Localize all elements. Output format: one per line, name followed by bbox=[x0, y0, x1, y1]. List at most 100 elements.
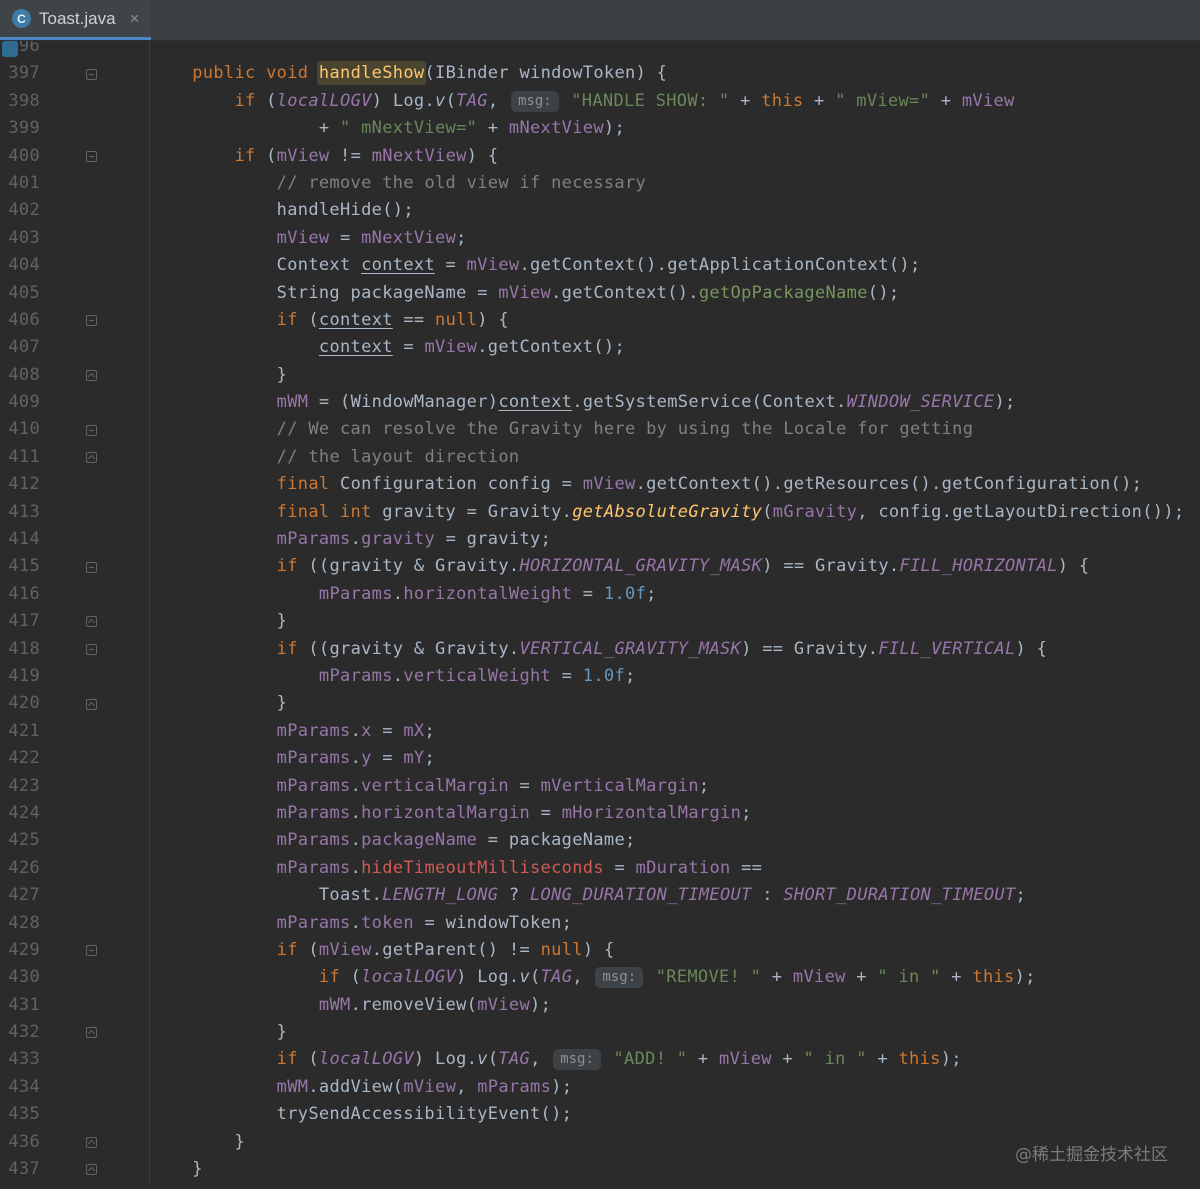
gutter-bookmark-icon[interactable] bbox=[2, 41, 18, 57]
line-number[interactable]: 413 bbox=[0, 499, 40, 526]
code-text[interactable]: + " mNextView=" + mNextView); bbox=[150, 115, 1200, 142]
line-number[interactable]: 426 bbox=[0, 855, 40, 882]
code-text[interactable]: } bbox=[150, 690, 1200, 717]
fold-marker-icon[interactable] bbox=[40, 1128, 150, 1157]
fold-marker-icon[interactable] bbox=[40, 635, 150, 663]
line-number[interactable]: 432 bbox=[0, 1019, 40, 1046]
code-text[interactable]: } bbox=[150, 362, 1200, 389]
fold-marker-icon[interactable] bbox=[40, 60, 150, 88]
line-number[interactable]: 399 bbox=[0, 115, 40, 142]
code-text[interactable]: mParams.verticalMargin = mVerticalMargin… bbox=[150, 773, 1200, 800]
code-text[interactable]: if ((gravity & Gravity.VERTICAL_GRAVITY_… bbox=[150, 636, 1200, 663]
line-number[interactable]: 422 bbox=[0, 745, 40, 772]
line-number[interactable]: 410 bbox=[0, 416, 40, 443]
code-text[interactable]: if (context == null) { bbox=[150, 307, 1200, 334]
line-number[interactable]: 420 bbox=[0, 690, 40, 717]
line-number[interactable]: 429 bbox=[0, 937, 40, 964]
fold-marker-icon[interactable] bbox=[40, 553, 150, 581]
line-number[interactable]: 424 bbox=[0, 800, 40, 827]
code-text[interactable]: mParams.hideTimeoutMilliseconds = mDurat… bbox=[150, 855, 1200, 882]
line-number[interactable]: 403 bbox=[0, 225, 40, 252]
fold-marker-icon[interactable] bbox=[40, 361, 150, 390]
code-text[interactable]: if (mView != mNextView) { bbox=[150, 143, 1200, 170]
code-text[interactable] bbox=[150, 41, 1200, 60]
fold-marker-icon[interactable] bbox=[40, 690, 150, 718]
line-number[interactable]: 437 bbox=[0, 1156, 40, 1183]
code-text[interactable]: if (localLOGV) Log.v(TAG, msg: "REMOVE! … bbox=[150, 964, 1200, 991]
line-number[interactable]: 414 bbox=[0, 526, 40, 553]
line-number[interactable]: 401 bbox=[0, 170, 40, 197]
code-text[interactable]: mParams.y = mY; bbox=[150, 745, 1200, 772]
code-text[interactable]: mParams.gravity = gravity; bbox=[150, 526, 1200, 553]
line-number[interactable]: 416 bbox=[0, 581, 40, 608]
line-number[interactable]: 405 bbox=[0, 280, 40, 307]
line-number[interactable]: 408 bbox=[0, 362, 40, 389]
code-text[interactable]: context = mView.getContext(); bbox=[150, 334, 1200, 361]
fold-marker-icon[interactable] bbox=[40, 142, 150, 170]
code-text[interactable]: mParams.token = windowToken; bbox=[150, 910, 1200, 937]
fold-marker-icon[interactable] bbox=[40, 306, 150, 335]
tab-toast-java[interactable]: C Toast.java × bbox=[0, 0, 152, 40]
line-number[interactable]: 435 bbox=[0, 1101, 40, 1128]
fold-marker-icon[interactable] bbox=[40, 608, 150, 636]
code-text[interactable]: // We can resolve the Gravity here by us… bbox=[150, 416, 1200, 443]
code-text[interactable]: mParams.horizontalMargin = mHorizontalMa… bbox=[150, 800, 1200, 827]
code-text[interactable]: handleHide(); bbox=[150, 197, 1200, 224]
token-pl: ; bbox=[1015, 885, 1027, 906]
code-text[interactable]: } bbox=[150, 1019, 1200, 1046]
tab-close-icon[interactable]: × bbox=[130, 9, 140, 29]
code-text[interactable]: if ((gravity & Gravity.HORIZONTAL_GRAVIT… bbox=[150, 553, 1200, 580]
fold-marker-icon[interactable] bbox=[40, 443, 150, 472]
code-text[interactable]: mParams.verticalWeight = 1.0f; bbox=[150, 663, 1200, 690]
code-text[interactable]: mWM.addView(mView, mParams); bbox=[150, 1074, 1200, 1101]
line-number[interactable]: 409 bbox=[0, 389, 40, 416]
code-text[interactable]: Context context = mView.getContext().get… bbox=[150, 252, 1200, 279]
line-number[interactable]: 425 bbox=[0, 827, 40, 854]
line-number[interactable]: 423 bbox=[0, 773, 40, 800]
fold-marker-icon[interactable] bbox=[40, 416, 150, 444]
line-number[interactable]: 406 bbox=[0, 307, 40, 334]
line-number[interactable]: 397 bbox=[0, 60, 40, 87]
code-text[interactable]: final int gravity = Gravity.getAbsoluteG… bbox=[150, 499, 1200, 526]
line-number[interactable]: 415 bbox=[0, 553, 40, 580]
line-number[interactable]: 411 bbox=[0, 444, 40, 471]
line-number[interactable]: 400 bbox=[0, 143, 40, 170]
token-u: context bbox=[318, 337, 393, 358]
code-text[interactable]: // the layout direction bbox=[150, 444, 1200, 471]
code-text[interactable]: mWM.removeView(mView); bbox=[150, 992, 1200, 1019]
line-number[interactable]: 427 bbox=[0, 882, 40, 909]
code-text[interactable]: public void handleShow(IBinder windowTok… bbox=[150, 60, 1200, 87]
code-text[interactable]: final Configuration config = mView.getCo… bbox=[150, 471, 1200, 498]
code-text[interactable]: mView = mNextView; bbox=[150, 225, 1200, 252]
code-text[interactable]: mParams.x = mX; bbox=[150, 718, 1200, 745]
code-text[interactable]: mParams.packageName = packageName; bbox=[150, 827, 1200, 854]
line-number[interactable]: 398 bbox=[0, 88, 40, 115]
line-number[interactable]: 418 bbox=[0, 636, 40, 663]
line-number[interactable]: 430 bbox=[0, 964, 40, 991]
line-number[interactable]: 436 bbox=[0, 1129, 40, 1156]
code-text[interactable]: trySendAccessibilityEvent(); bbox=[150, 1101, 1200, 1128]
line-number[interactable]: 428 bbox=[0, 910, 40, 937]
line-number[interactable]: 407 bbox=[0, 334, 40, 361]
code-text[interactable]: if (localLOGV) Log.v(TAG, msg: "ADD! " +… bbox=[150, 1046, 1200, 1073]
line-number[interactable]: 433 bbox=[0, 1046, 40, 1073]
line-number[interactable]: 417 bbox=[0, 608, 40, 635]
line-number[interactable]: 412 bbox=[0, 471, 40, 498]
line-number[interactable]: 404 bbox=[0, 252, 40, 279]
line-number[interactable]: 402 bbox=[0, 197, 40, 224]
fold-marker-icon[interactable] bbox=[40, 1156, 150, 1184]
code-text[interactable]: } bbox=[150, 608, 1200, 635]
code-text[interactable]: if (mView.getParent() != null) { bbox=[150, 937, 1200, 964]
line-number[interactable]: 431 bbox=[0, 992, 40, 1019]
code-text[interactable]: Toast.LENGTH_LONG ? LONG_DURATION_TIMEOU… bbox=[150, 882, 1200, 909]
code-text[interactable]: if (localLOGV) Log.v(TAG, msg: "HANDLE S… bbox=[150, 88, 1200, 115]
code-text[interactable]: mParams.horizontalWeight = 1.0f; bbox=[150, 581, 1200, 608]
fold-marker-icon[interactable] bbox=[40, 1019, 150, 1047]
code-text[interactable]: String packageName = mView.getContext().… bbox=[150, 280, 1200, 307]
fold-marker-icon[interactable] bbox=[40, 936, 150, 965]
code-text[interactable]: mWM = (WindowManager)context.getSystemSe… bbox=[150, 389, 1200, 416]
code-text[interactable]: // remove the old view if necessary bbox=[150, 170, 1200, 197]
line-number[interactable]: 434 bbox=[0, 1074, 40, 1101]
line-number[interactable]: 419 bbox=[0, 663, 40, 690]
line-number[interactable]: 421 bbox=[0, 718, 40, 745]
